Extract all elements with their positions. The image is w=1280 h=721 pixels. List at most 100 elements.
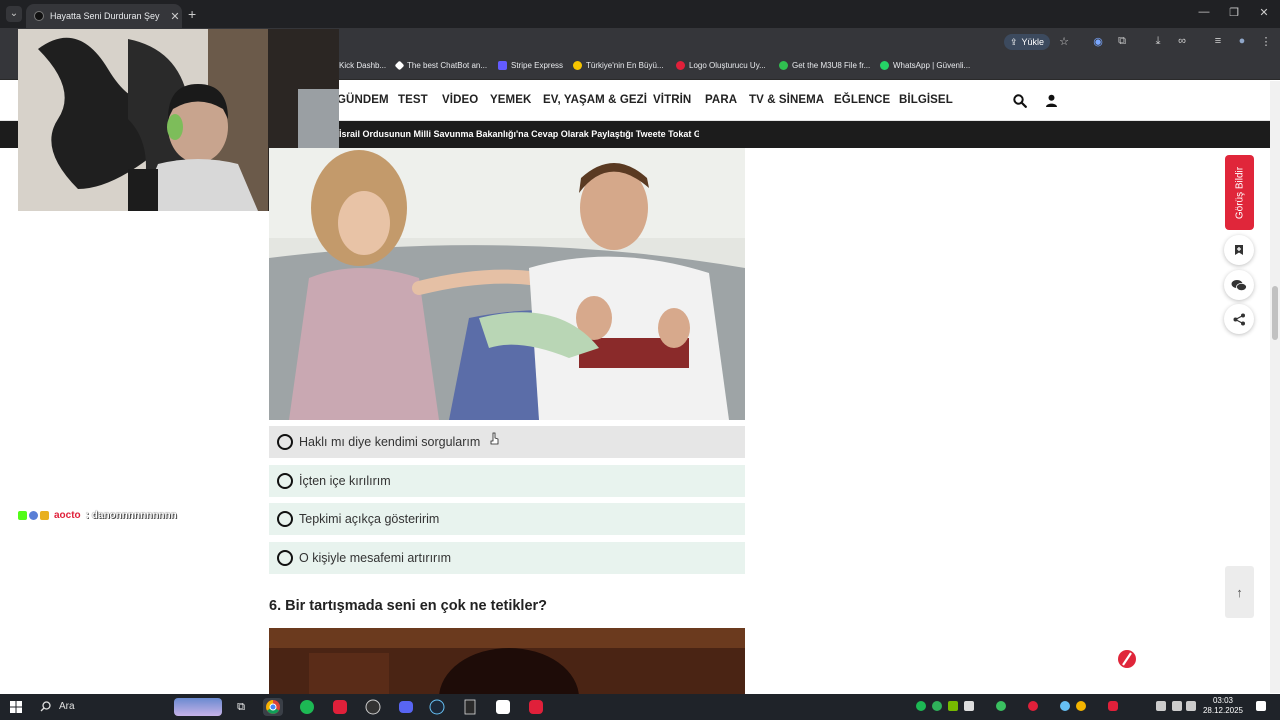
new-tab-icon[interactable]: + — [188, 6, 196, 22]
nav-item-ev-yasam-gezi[interactable]: EV, YAŞAM & GEZİ — [543, 94, 647, 106]
upload-label: Yükle — [1021, 37, 1045, 47]
answer-option[interactable]: Tepkimi açıkça gösteririm — [269, 503, 745, 535]
tray-app-icon[interactable] — [964, 701, 974, 711]
tab-close-icon[interactable]: ✕ — [168, 10, 182, 23]
bookmark-item[interactable]: Logo Oluşturucu Uy... — [676, 61, 766, 70]
bookmark-item[interactable]: Stripe Express — [498, 61, 563, 70]
steam-tray-icon[interactable] — [1060, 701, 1070, 711]
menu-kebab-icon[interactable]: ⋮ — [1258, 35, 1274, 48]
tab-search-icon[interactable]: ⌄ — [6, 6, 22, 22]
subscriber-badge-icon — [29, 511, 38, 520]
radio-button[interactable] — [277, 434, 293, 450]
capcut-taskbar-icon[interactable] — [493, 698, 513, 716]
couple-arguing-photo — [269, 148, 745, 420]
tray-app-icon[interactable] — [1108, 701, 1118, 711]
taskbar-search-icon[interactable] — [40, 701, 51, 712]
scrollbar-track[interactable] — [1270, 81, 1280, 693]
gift-badge-icon — [40, 511, 49, 520]
bookmark-label: Kick Dashb... — [339, 61, 387, 70]
nav-item-video[interactable]: VİDEO — [442, 94, 478, 106]
tray-app-icon[interactable] — [1028, 701, 1038, 711]
nav-item-eglence[interactable]: EĞLENCE — [834, 94, 890, 106]
answer-option[interactable]: Haklı mı diye kendimi sorgularım — [269, 426, 745, 458]
microphone-icon[interactable] — [1156, 701, 1166, 711]
feedback-button[interactable]: Görüş Bildir — [1225, 155, 1254, 230]
ticker-headline[interactable]: İsrail Ordusunun Milli Savunma Bakanlığı… — [339, 129, 699, 139]
media-control-icon[interactable]: ≡ — [1210, 35, 1226, 47]
chrome-tray-icon[interactable] — [1076, 701, 1086, 711]
chrome-taskbar-icon[interactable] — [263, 698, 283, 716]
nav-item-yemek[interactable]: YEMEK — [490, 94, 531, 106]
profile-avatar-icon[interactable]: ● — [1234, 35, 1250, 47]
bookmark-item[interactable]: Kick Dashb... — [339, 61, 386, 70]
stripe-icon — [498, 61, 507, 70]
app-taskbar-icon[interactable] — [526, 698, 546, 716]
bookmark-item[interactable]: Türkiye'nin En Büyü... — [573, 61, 664, 70]
search-highlight-icon[interactable] — [174, 698, 222, 716]
taskbar-clock[interactable]: 03:03 28.12.2025 — [1198, 696, 1248, 716]
spotify-tray-icon[interactable] — [916, 701, 926, 711]
bookmark-item[interactable]: The best ChatBot an... — [394, 60, 487, 71]
tray-app-icon[interactable] — [932, 701, 942, 711]
chatbot-icon — [394, 60, 405, 71]
bookmark-label: Stripe Express — [511, 61, 564, 70]
nvidia-tray-icon[interactable] — [948, 701, 958, 711]
link-icon[interactable]: ∞ — [1174, 35, 1190, 47]
radio-button[interactable] — [277, 473, 293, 489]
bookmark-star-icon[interactable]: ☆ — [1056, 35, 1072, 48]
answer-option[interactable]: İçten içe kırılırım — [269, 465, 745, 497]
bookmark-label: Logo Oluşturucu Uy... — [689, 61, 766, 70]
radio-button[interactable] — [277, 550, 293, 566]
minimize-icon[interactable]: — — [1194, 6, 1214, 18]
bookmark-label: Get the M3U8 File fr... — [792, 61, 871, 70]
comments-icon — [1231, 279, 1247, 291]
bookmark-item[interactable]: WhatsApp | Güvenli... — [880, 61, 970, 70]
logo-maker-icon — [676, 61, 685, 70]
volume-icon[interactable] — [1186, 701, 1196, 711]
restore-icon[interactable]: ❐ — [1224, 6, 1244, 19]
nav-item-bilgisel[interactable]: BİLGİSEL — [899, 94, 953, 106]
upload-icon: ⇪ — [1010, 36, 1018, 47]
tray-app-icon[interactable] — [996, 701, 1006, 711]
epic-games-taskbar-icon[interactable] — [460, 698, 480, 716]
network-icon[interactable] — [1172, 701, 1182, 711]
extensions-puzzle-icon[interactable]: ⧉ — [1114, 35, 1130, 48]
nav-item-gundem[interactable]: GÜNDEM — [337, 94, 389, 106]
comments-button[interactable] — [1224, 270, 1254, 300]
notification-icon[interactable] — [1256, 701, 1266, 711]
taskbar-search-label[interactable]: Ara — [59, 701, 75, 712]
nav-item-test[interactable]: TEST — [398, 94, 428, 106]
bookmark-item[interactable]: Get the M3U8 File fr... — [779, 61, 870, 70]
nav-item-para[interactable]: PARA — [705, 94, 737, 106]
tab-favicon-icon — [34, 11, 44, 21]
clock-date: 28.12.2025 — [1202, 706, 1244, 715]
scrollbar-thumb[interactable] — [1272, 286, 1278, 340]
user-icon[interactable] — [1045, 94, 1058, 107]
save-bookmark-button[interactable] — [1224, 235, 1254, 265]
clock-time: 03:03 — [1212, 696, 1234, 705]
kick-badge-icon — [18, 511, 27, 520]
task-view-icon[interactable]: ⧉ — [231, 698, 251, 716]
upload-button[interactable]: ⇪ Yükle — [1004, 34, 1051, 50]
scroll-to-top-button[interactable]: ↑ — [1225, 566, 1254, 618]
search-icon[interactable] — [1013, 94, 1027, 108]
spotify-taskbar-icon[interactable] — [297, 698, 317, 716]
browser-tab[interactable]: Hayatta Seni Durduran Şey Ne? ✕ — [26, 4, 182, 28]
obs-taskbar-icon[interactable] — [363, 698, 383, 716]
chat-message: : danonnnnnnnnnn — [85, 510, 177, 521]
close-window-icon[interactable]: ✕ — [1254, 6, 1274, 19]
discord-taskbar-icon[interactable] — [396, 698, 416, 716]
answer-option[interactable]: O kişiyle mesafemi artırırım — [269, 542, 745, 574]
radio-button[interactable] — [277, 511, 293, 527]
extension-icon[interactable]: ◉ — [1090, 35, 1106, 48]
bookmark-label: Türkiye'nin En Büyü... — [586, 61, 664, 70]
windows-start-icon[interactable] — [10, 701, 22, 713]
app-taskbar-icon[interactable] — [330, 698, 350, 716]
nav-item-tv-sinema[interactable]: TV & SİNEMA — [749, 94, 824, 106]
share-button[interactable] — [1224, 304, 1254, 334]
download-icon[interactable]: ⤓ — [1150, 35, 1166, 48]
nav-item-vitrin[interactable]: VİTRİN — [653, 94, 691, 106]
sahibinden-icon — [573, 61, 582, 70]
steam-taskbar-icon[interactable] — [427, 698, 447, 716]
quiz-image — [269, 148, 745, 420]
